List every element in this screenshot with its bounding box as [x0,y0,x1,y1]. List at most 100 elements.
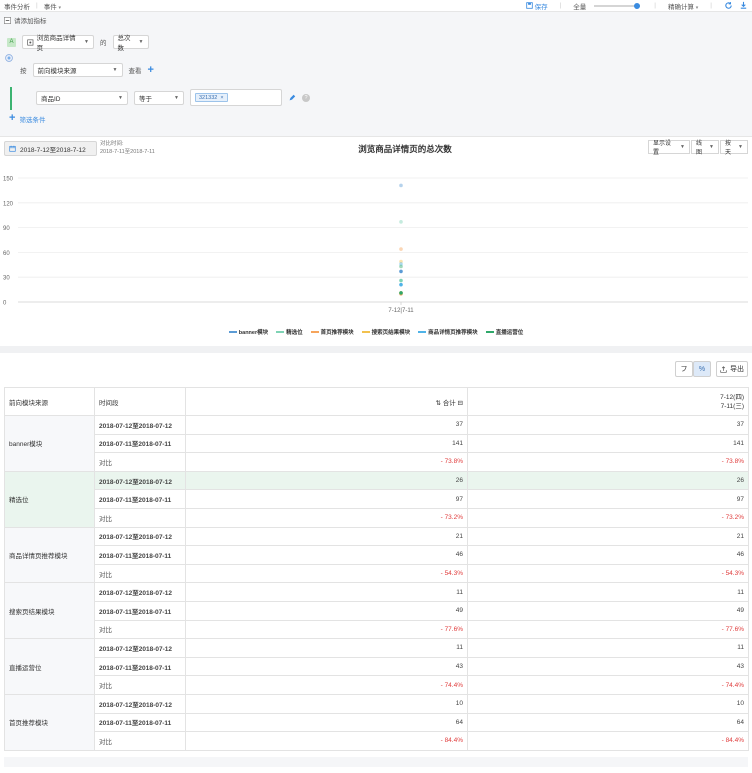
table-row: 对比 - 84.4% - 84.4% [5,731,749,751]
total-cell: - 73.8% [185,452,468,472]
date-value-cell: 11 [467,582,749,602]
of-label: 的 [100,40,107,47]
date-value-cell: 10 [467,693,749,714]
total-cell: 46 [185,545,468,565]
date-value-cell: 49 [467,600,749,621]
granularity-label: 按天 [725,141,732,156]
y-tick-label: 30 [3,276,10,282]
col-header-total[interactable]: ⇅ 合计 ⊟ [185,387,468,416]
filter-value-chip[interactable]: 321332 × [195,93,228,102]
total-cell: 64 [185,712,468,733]
period-cell: 2018-07-11至2018-07-11 [94,712,186,733]
x-tick-label: 7-12|7-11 [388,308,414,314]
y-tick-label: 90 [3,226,10,232]
y-tick-label: 150 [3,177,14,183]
chevron-down-icon: ▼ [680,144,685,150]
save-button[interactable]: 保存 [525,1,548,11]
metric-row: A 浏览商品详情页 ▼ 的 总次数 ▼ [7,35,149,52]
legend-item[interactable]: banner模块 [228,328,268,336]
query-config-panel: 请添加指标 A 浏览商品详情页 ▼ 的 总次数 ▼ 按 前向模块来源 ▼ 查看 … [0,12,752,137]
collapse-column-icon[interactable]: ⊟ [458,400,463,407]
sort-icon[interactable]: ⇅ [435,400,440,407]
period-cell: 2018-07-11至2018-07-11 [94,545,186,565]
table-row: 2018-07-11至2018-07-11 64 64 [5,712,749,733]
period-cell: 对比 [94,507,186,528]
col-header-date-current: 7-12(四) [720,393,744,401]
nav-event-menu[interactable]: 事件 ▾ [44,1,61,11]
by-label: 按 [20,68,27,75]
export-button[interactable]: 导出 [716,361,748,377]
add-group-icon[interactable]: + [148,64,154,76]
group-name-cell: banner模块 [4,415,95,472]
display-settings-select[interactable]: 显示设置 ▼ [648,140,690,156]
add-filter-button[interactable]: + 筛选条件 [9,113,45,124]
date-value-cell: 11 [467,638,749,658]
legend-item[interactable]: 商品详情页推荐模块 [418,328,478,336]
date-value-cell: - 77.6% [467,619,749,640]
add-metric-icon[interactable] [5,54,13,62]
data-point-compare [399,183,403,188]
help-icon[interactable]: ? [302,93,310,102]
section-divider [0,346,752,353]
top-toolbar: 事件分析 | 事件 ▾ 保存 | 全量 | 精确计算 ▾ | [0,0,752,12]
legend-item[interactable]: 直播运营位 [485,328,523,336]
legend-item[interactable]: 首页推荐模块 [310,328,354,336]
precision-slider[interactable] [594,2,641,9]
filter-value-input[interactable]: 321332 × [190,89,282,106]
percent-toggle-button[interactable]: % [693,361,711,377]
legend-item[interactable]: 精选位 [276,328,303,336]
add-filter-label: 筛选条件 [19,116,46,124]
table-toolbar: フ % 导出 [675,361,748,377]
data-point [399,282,403,287]
download-icon[interactable] [739,1,748,10]
metrics-section-header[interactable]: 请添加指标 [4,15,47,25]
event-select[interactable]: 浏览商品详情页 ▼ [22,35,94,52]
group-by-select[interactable]: 前向模块来源 ▼ [32,63,123,77]
data-point-compare [399,220,403,224]
chart-controls: 显示设置 ▼ 线图 ▼ 按天 ▼ [648,140,748,156]
event-icon [27,38,34,46]
period-cell: 2018-07-11至2018-07-11 [94,656,186,677]
date-value-cell: 64 [467,712,749,733]
chip-close-icon[interactable]: × [220,95,223,101]
period-cell: 2018-07-12至2018-07-12 [94,638,186,658]
period-cell: 对比 [94,452,186,472]
table-row: 对比 - 73.2% - 73.2% [5,507,749,528]
legend-swatch [276,331,285,333]
date-value-cell: - 74.4% [467,675,749,695]
nav-event-analysis[interactable]: 事件分析 [4,1,30,11]
refresh-icon[interactable] [724,1,733,10]
table-row: 首页推荐模块 2018-07-12至2018-07-12 10 10 [4,693,749,751]
total-cell: - 73.2% [185,507,468,528]
data-point-compare [399,264,403,269]
legend-swatch [361,331,370,333]
edit-icon[interactable] [288,94,296,102]
filter-value-text: 321332 [199,94,218,101]
table-row: 对比 - 73.8% - 73.8% [5,452,749,472]
table-row: 对比 - 77.6% - 77.6% [5,619,749,640]
date-value-cell: 46 [467,545,749,565]
collapse-toggle-label: フ [680,366,688,373]
toolbar-right: 保存 | 全量 | 精确计算 ▾ | [525,1,748,11]
nav-separator: | [36,2,38,9]
chart-type-select[interactable]: 线图 ▼ [691,140,719,156]
chart-plot: 0 30 60 90 120 150 7-12|7-11 [3,177,748,314]
collapse-toggle-button[interactable]: フ [675,361,693,377]
date-value-cell: - 84.4% [467,731,749,751]
total-cell: 21 [185,526,468,547]
collapse-icon[interactable] [4,16,11,24]
chevron-down-icon: ▾ [695,4,699,11]
filter-operator-select[interactable]: 等于 ▼ [134,90,184,105]
filter-field-value: 商品ID [41,95,61,103]
calc-mode-select[interactable]: 精确计算 ▾ [668,1,698,11]
granularity-select[interactable]: 按天 ▼ [720,140,748,156]
metric-select[interactable]: 总次数 ▼ [112,35,149,52]
view-label: 查看 [128,68,142,75]
legend-item[interactable]: 搜索页结果模块 [361,328,410,336]
filter-field-select[interactable]: 商品ID ▼ [36,90,128,105]
filter-controls: 商品ID ▼ 等于 ▼ 321332 × ? [36,89,310,106]
slider-knob[interactable] [634,2,641,9]
total-cell: 10 [185,693,468,714]
chevron-down-icon: ▼ [138,39,144,45]
date-value-cell: - 73.8% [467,452,749,472]
